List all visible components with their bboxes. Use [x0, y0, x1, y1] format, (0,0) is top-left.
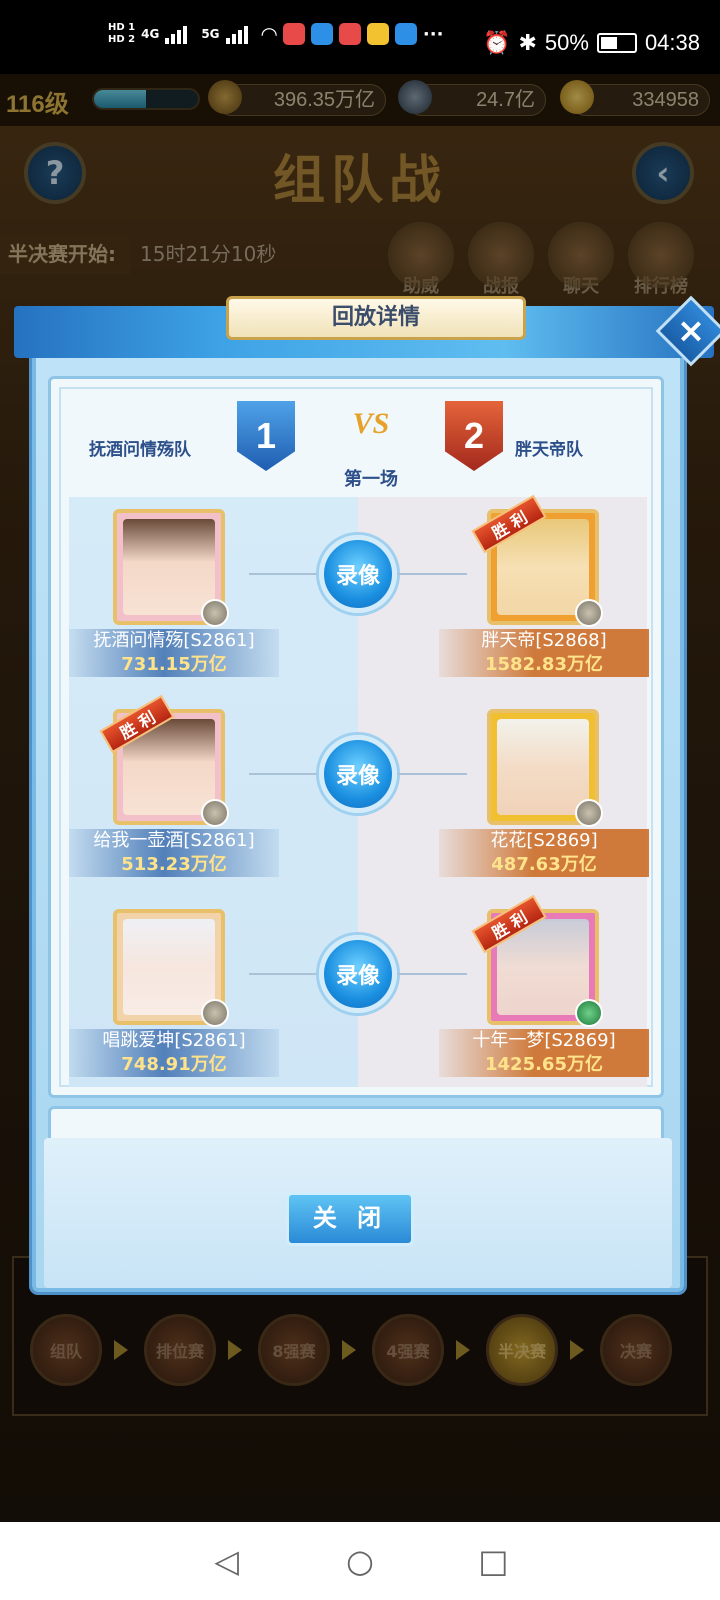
- status-bar: HD 1 HD 2 4G 5G ◠ ··· ⏰ ✱ 50% 04:38: [0, 0, 720, 74]
- rank-badge-icon: [575, 599, 603, 627]
- player-name-left: 抚酒问情殇[S2861]: [69, 629, 279, 653]
- wifi-icon: ◠: [261, 22, 277, 46]
- player-name-right: 胖天帝[S2868]: [439, 629, 649, 653]
- matchup-list: 抚酒问情殇[S2861] 731.15万亿 录像 胜 利 胖天帝[S2868] …: [69, 494, 649, 1087]
- clock: 04:38: [644, 30, 700, 55]
- team-left-seed: 1: [255, 415, 277, 456]
- replay-details-dialog: 回放详情 × 抚酒问情殇队 1 VS 第一场 2 胖天帝队 抚酒问情殇[S286…: [14, 295, 720, 1292]
- connector-line: [397, 573, 467, 575]
- player-portrait-right[interactable]: [487, 709, 603, 827]
- player-name-left: 唱跳爱坤[S2861]: [69, 1029, 279, 1053]
- rank-badge-icon: [575, 999, 603, 1027]
- app-icon-3: [338, 23, 361, 45]
- bluetooth-icon: ✱: [518, 30, 537, 55]
- team-right-seed: 2: [463, 415, 485, 456]
- replay-label: 录像: [335, 564, 380, 589]
- replay-button[interactable]: 录像: [319, 935, 397, 1013]
- player-portrait-left[interactable]: [113, 509, 229, 627]
- player-power-right: 1582.83万亿: [439, 653, 649, 677]
- team-left-seed-badge: 1: [237, 401, 295, 471]
- replay-label: 录像: [335, 764, 380, 789]
- player-name-left: 给我一壶酒[S2861]: [69, 829, 279, 853]
- connector-line: [249, 573, 319, 575]
- team-left-name: 抚酒问情殇队: [89, 440, 191, 460]
- replay-button[interactable]: 录像: [319, 735, 397, 813]
- match-inner: 抚酒问情殇队 1 VS 第一场 2 胖天帝队 抚酒问情殇[S2861] 731.…: [59, 387, 653, 1087]
- hd-indicator: HD 1 HD 2: [108, 22, 135, 46]
- team-right-name: 胖天帝队: [515, 440, 583, 460]
- close-icon: ×: [676, 311, 706, 351]
- back-nav-button[interactable]: ◁: [210, 1544, 244, 1578]
- player-portrait-left[interactable]: [113, 909, 229, 1027]
- avatar: [123, 919, 215, 1015]
- connector-line: [397, 773, 467, 775]
- player-power-left: 731.15万亿: [69, 653, 279, 677]
- rank-badge-icon: [201, 799, 229, 827]
- more-notifications: ···: [422, 23, 444, 45]
- dialog-title: 回放详情: [226, 296, 526, 340]
- player-power-right: 487.63万亿: [439, 853, 649, 877]
- matchup-row: 唱跳爱坤[S2861] 748.91万亿 录像 胜 利 十年一梦[S2869] …: [69, 894, 649, 1093]
- network-5g-label: 5G: [201, 27, 220, 41]
- avatar: [497, 719, 589, 815]
- network-4g-label: 4G: [141, 27, 160, 41]
- rank-badge-icon: [201, 999, 229, 1027]
- matchup-row: 抚酒问情殇[S2861] 731.15万亿 录像 胜 利 胖天帝[S2868] …: [69, 494, 649, 693]
- battery-icon: [596, 33, 637, 53]
- app-icon-2: [310, 23, 333, 45]
- connector-line: [249, 973, 319, 975]
- player-name-right: 花花[S2869]: [439, 829, 649, 853]
- hd2-label: HD 2: [108, 34, 136, 45]
- replay-label: 录像: [335, 964, 380, 989]
- battery-percent: 50%: [544, 30, 589, 55]
- signal-icon-2: [225, 24, 256, 44]
- app-icon-4: [366, 23, 389, 45]
- player-power-right: 1425.65万亿: [439, 1053, 649, 1077]
- rank-badge-icon: [201, 599, 229, 627]
- match-label: 第一场: [344, 469, 398, 490]
- player-power-left: 513.23万亿: [69, 853, 279, 877]
- replay-button[interactable]: 录像: [319, 535, 397, 613]
- connector-line: [397, 973, 467, 975]
- app-icon-5: [394, 23, 417, 45]
- vs-icon: VS: [352, 407, 390, 440]
- close-button[interactable]: 关 闭: [286, 1192, 414, 1246]
- hd1-label: HD 1: [108, 22, 136, 33]
- match-card: 抚酒问情殇队 1 VS 第一场 2 胖天帝队 抚酒问情殇[S2861] 731.…: [48, 376, 664, 1098]
- home-nav-button[interactable]: ○: [343, 1544, 377, 1578]
- team-right-seed-badge: 2: [445, 401, 503, 471]
- signal-icon: [165, 24, 195, 44]
- connector-line: [249, 773, 319, 775]
- player-name-right: 十年一梦[S2869]: [439, 1029, 649, 1053]
- matchup-row: 胜 利 给我一壶酒[S2861] 513.23万亿 录像 花花[S2869] 4…: [69, 694, 649, 893]
- app-icon-1: [282, 23, 305, 45]
- rank-badge-icon: [575, 799, 603, 827]
- recents-nav-button[interactable]: □: [476, 1544, 510, 1578]
- system-nav-bar: ◁ ○ □: [0, 1522, 720, 1600]
- avatar: [123, 519, 215, 615]
- player-power-left: 748.91万亿: [69, 1053, 279, 1077]
- alarm-icon: ⏰: [483, 30, 511, 55]
